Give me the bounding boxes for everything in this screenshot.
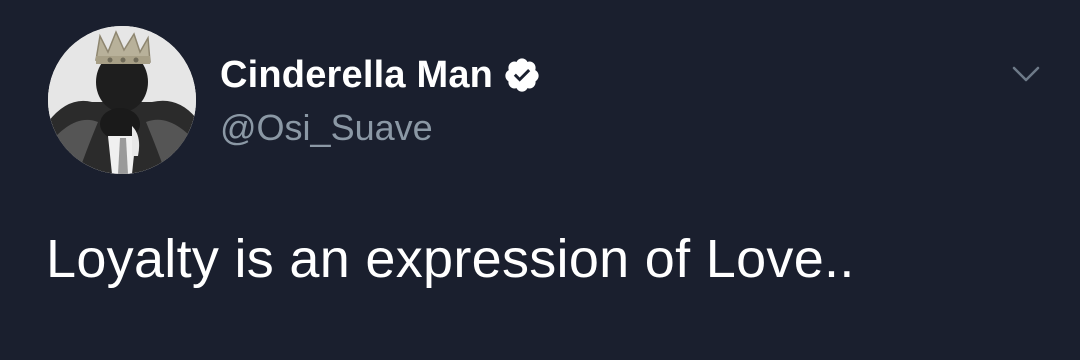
chevron-down-icon[interactable] xyxy=(1008,60,1044,88)
author-name-row: Cinderella Man xyxy=(220,52,541,98)
author-handle[interactable]: @Osi_Suave xyxy=(220,106,433,150)
tweet-text: Loyalty is an expression of Love.. xyxy=(46,229,855,289)
author-avatar[interactable] xyxy=(48,26,196,174)
avatar-photo xyxy=(48,26,196,174)
author-display-name[interactable]: Cinderella Man xyxy=(220,52,493,98)
tweet-card[interactable]: Cinderella Man @Osi_Suave Loyalty is an … xyxy=(0,0,1080,360)
verified-badge-icon xyxy=(503,56,541,94)
